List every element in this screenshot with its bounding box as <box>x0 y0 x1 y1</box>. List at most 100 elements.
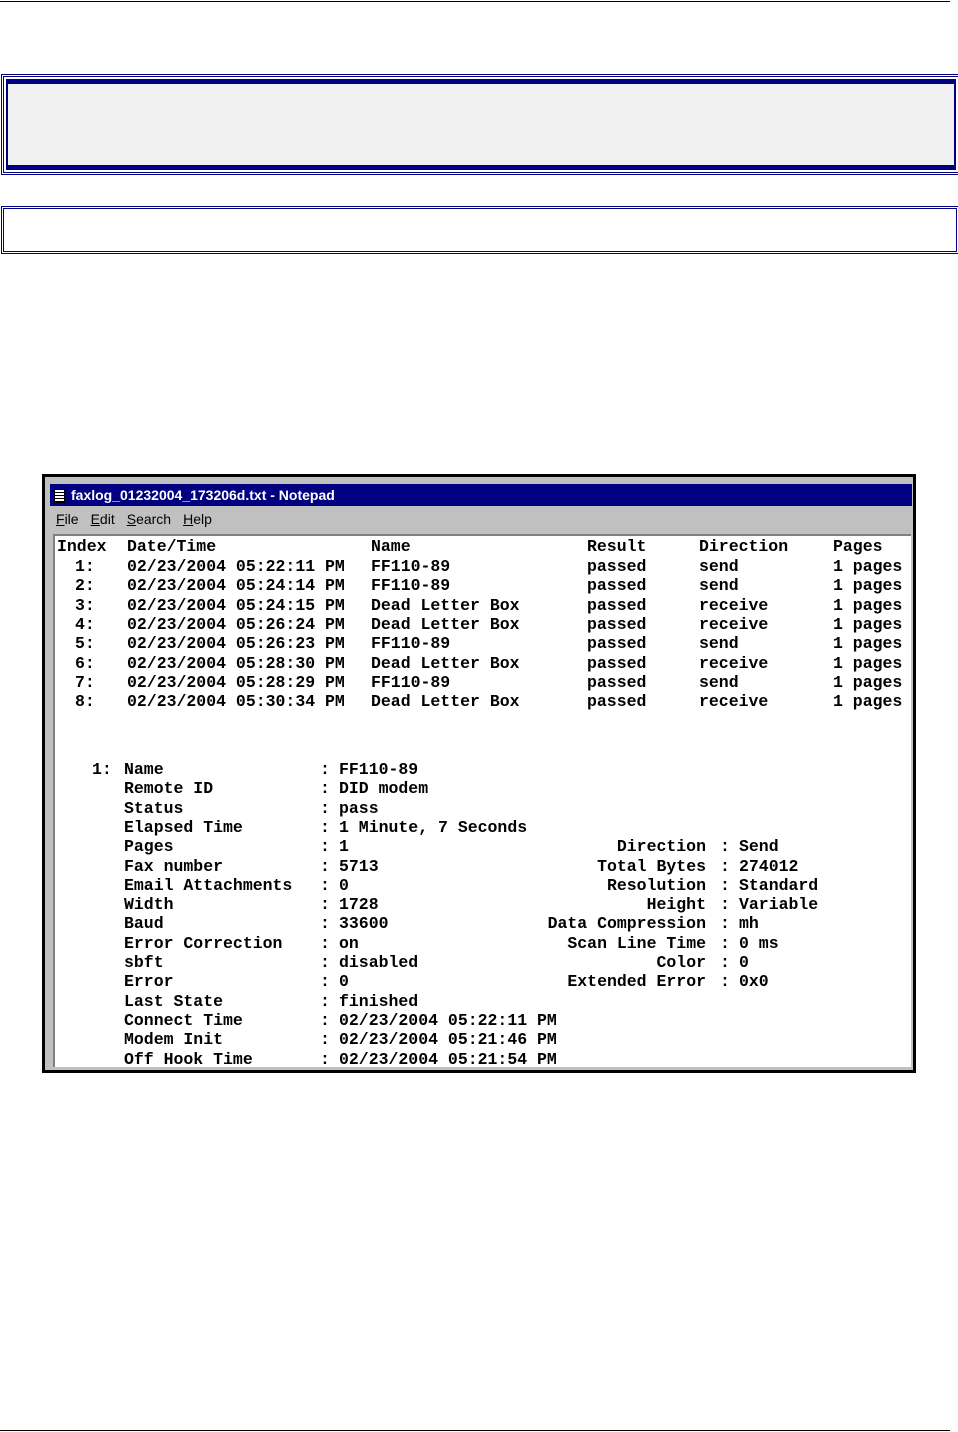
row-datetime: 02/23/2004 05:30:34 PM <box>127 692 345 712</box>
detail-right-value: 0 ms <box>739 933 779 953</box>
header-datetime: Date/Time <box>127 537 217 556</box>
row-name: Dead Letter Box <box>371 653 520 673</box>
row-result: passed <box>587 653 647 673</box>
row-datetime: 02/23/2004 05:28:30 PM <box>127 653 345 673</box>
notepad-window: faxlog_01232004_173206d.txt - Notepad Fi… <box>42 474 916 1073</box>
detail-label: Connect Time <box>124 1010 243 1030</box>
row-direction: send <box>699 672 739 692</box>
detail-value: 33600 <box>339 914 389 934</box>
detail-colon: : <box>320 779 330 799</box>
detail-right-label: Height <box>646 895 706 915</box>
menu-search[interactable]: Search <box>127 507 171 531</box>
detail-value: 02/23/2004 05:21:54 PM <box>339 1049 557 1069</box>
row-direction: receive <box>699 614 769 634</box>
detail-value: pass <box>339 798 379 818</box>
detail-label: Error <box>124 972 174 992</box>
header-direction: Direction <box>699 537 789 556</box>
detail-value: 0 <box>339 972 349 992</box>
row-direction: receive <box>699 595 769 615</box>
row-pages: 1 pages <box>833 634 903 654</box>
detail-colon: : <box>320 933 330 953</box>
detail-label: sbft <box>124 953 164 972</box>
row-result: passed <box>587 557 647 576</box>
detail-right-value: 0x0 <box>739 972 769 992</box>
header-name: Name <box>371 537 411 556</box>
detail-colon: : <box>320 953 330 972</box>
detail-colon: : <box>720 953 730 972</box>
detail-colon: : <box>720 972 730 992</box>
footer-rule <box>0 1430 950 1431</box>
detail-right-label: Color <box>656 953 706 972</box>
detail-value: finished <box>339 991 419 1011</box>
header-pages: Pages <box>833 537 883 556</box>
detail-label: Status <box>124 798 184 818</box>
row-pages: 1 pages <box>833 653 903 673</box>
header-rule <box>0 1 950 2</box>
row-index: 1: <box>75 557 95 576</box>
detail-colon: : <box>720 933 730 953</box>
detail-colon: : <box>720 837 730 857</box>
detail-index: 1: <box>92 760 112 779</box>
detail-colon: : <box>320 1010 330 1030</box>
detail-label: Off Hook Time <box>124 1049 253 1069</box>
document-page: { "window":{"title":"faxlog_01232004_173… <box>0 0 958 1432</box>
row-result: passed <box>587 614 647 634</box>
detail-right-label: Resolution <box>606 875 706 895</box>
row-name: FF110-89 <box>371 634 451 654</box>
detail-value: 1 <box>339 837 349 857</box>
text-area[interactable]: Index Date/Time Name Result Direction Pages 1:… <box>53 534 911 1069</box>
detail-right-value: Send <box>739 837 779 857</box>
row-index: 2: <box>75 576 95 596</box>
row-direction: send <box>699 557 739 576</box>
detail-colon: : <box>320 875 330 895</box>
detail-label: Name <box>124 760 164 779</box>
row-direction: send <box>699 576 739 596</box>
detail-value: 0 <box>339 875 349 895</box>
row-pages: 1 pages <box>833 595 903 615</box>
detail-label: Elapsed Time <box>124 817 243 837</box>
detail-label: Error Correction <box>124 933 283 953</box>
menu-bar: File Edit Search Help <box>50 507 218 531</box>
row-name: Dead Letter Box <box>371 614 520 634</box>
detail-value: DID modem <box>339 779 429 799</box>
row-index: 5: <box>75 634 95 654</box>
detail-right-label: Scan Line Time <box>567 933 706 953</box>
row-datetime: 02/23/2004 05:24:15 PM <box>127 595 345 615</box>
detail-value: 5713 <box>339 856 379 876</box>
row-index: 8: <box>75 692 95 712</box>
note-box <box>1 74 958 175</box>
detail-colon: : <box>320 1049 330 1069</box>
row-pages: 1 pages <box>833 672 903 692</box>
menu-edit[interactable]: Edit <box>91 507 115 531</box>
detail-right-value: mh <box>739 914 759 934</box>
detail-label: Email Attachments <box>124 875 293 895</box>
row-name: Dead Letter Box <box>371 692 520 712</box>
row-pages: 1 pages <box>833 576 903 596</box>
menu-file[interactable]: File <box>56 507 79 531</box>
detail-label: Width <box>124 895 174 915</box>
row-direction: send <box>699 634 739 654</box>
detail-value: on <box>339 933 359 953</box>
notepad-icon <box>54 489 65 503</box>
detail-colon: : <box>320 856 330 876</box>
row-datetime: 02/23/2004 05:22:11 PM <box>127 557 345 576</box>
detail-value: FF110-89 <box>339 760 419 779</box>
window-title: faxlog_01232004_173206d.txt - Notepad <box>71 487 335 503</box>
row-name: FF110-89 <box>371 672 451 692</box>
detail-colon: : <box>320 837 330 857</box>
detail-right-value: 274012 <box>739 856 799 876</box>
row-direction: receive <box>699 653 769 673</box>
detail-colon: : <box>720 856 730 876</box>
detail-value: 1728 <box>339 895 379 915</box>
row-pages: 1 pages <box>833 557 903 576</box>
detail-colon: : <box>720 875 730 895</box>
row-result: passed <box>587 576 647 596</box>
title-bar[interactable]: faxlog_01232004_173206d.txt - Notepad <box>50 484 912 506</box>
row-name: FF110-89 <box>371 557 451 576</box>
detail-right-value: 0 <box>739 953 749 972</box>
header-index: Index <box>57 537 107 556</box>
detail-colon: : <box>720 914 730 934</box>
caption-box <box>1 206 958 254</box>
row-result: passed <box>587 595 647 615</box>
menu-help[interactable]: Help <box>183 507 212 531</box>
